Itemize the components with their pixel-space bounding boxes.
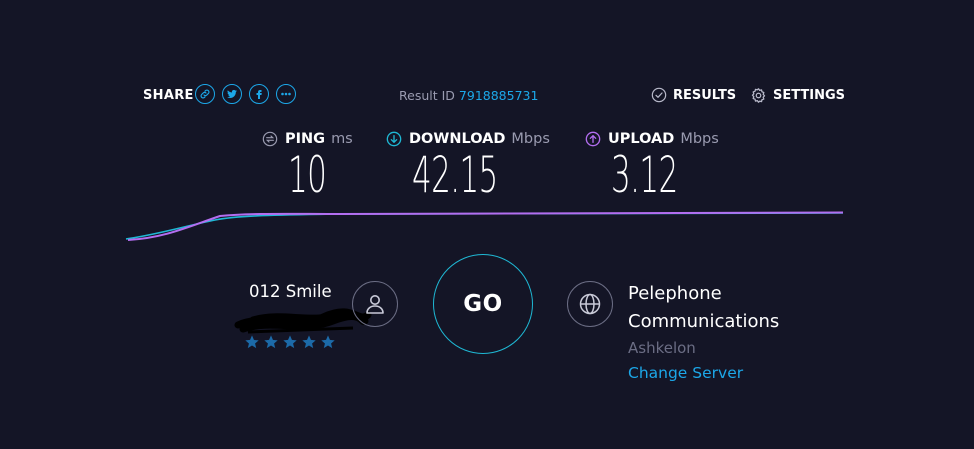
share-label: SHARE bbox=[143, 88, 194, 103]
provider-button[interactable] bbox=[352, 281, 398, 327]
ping-label: PING bbox=[285, 131, 326, 147]
go-button[interactable]: GO bbox=[433, 254, 533, 354]
share-link-button[interactable] bbox=[195, 84, 215, 104]
provider-name: 012 Smile bbox=[249, 282, 332, 301]
upload-icon bbox=[585, 131, 601, 147]
download-unit: Mbps bbox=[511, 131, 550, 147]
star-icon bbox=[283, 335, 297, 349]
server-name-line1: Pelephone bbox=[628, 283, 722, 304]
download-value: 42.15 bbox=[412, 146, 498, 204]
settings-label: SETTINGS bbox=[773, 88, 846, 103]
share-facebook-button[interactable] bbox=[249, 84, 269, 104]
facebook-icon bbox=[256, 90, 262, 99]
results-link[interactable]: RESULTS bbox=[651, 87, 736, 103]
globe-icon bbox=[579, 293, 601, 315]
result-id-label: Result ID bbox=[399, 88, 455, 103]
server-button[interactable] bbox=[567, 281, 613, 327]
share-more-button[interactable] bbox=[276, 84, 296, 104]
settings-link[interactable]: SETTINGS bbox=[750, 87, 845, 104]
download-speed-line bbox=[125, 212, 844, 240]
server-name-line2: Communications bbox=[628, 311, 780, 332]
check-circle-icon bbox=[651, 87, 667, 103]
download-icon bbox=[386, 131, 402, 147]
twitter-icon bbox=[227, 89, 237, 98]
upload-label: UPLOAD bbox=[608, 131, 675, 147]
server-location: Ashkelon bbox=[628, 339, 696, 357]
results-label: RESULTS bbox=[673, 87, 737, 103]
share-buttons bbox=[195, 84, 296, 104]
ping-unit: ms bbox=[331, 131, 353, 147]
user-icon bbox=[366, 295, 384, 314]
star-icon bbox=[302, 335, 316, 349]
star-icon bbox=[245, 335, 259, 349]
download-label: DOWNLOAD bbox=[409, 131, 506, 147]
ping-header: PING ms bbox=[262, 131, 353, 147]
ping-value: 10 bbox=[288, 146, 327, 204]
more-icon bbox=[281, 92, 291, 96]
upload-header: UPLOAD Mbps bbox=[585, 131, 719, 147]
download-header: DOWNLOAD Mbps bbox=[386, 131, 550, 147]
star-icon bbox=[264, 335, 278, 349]
result-id: Result ID 7918885731 bbox=[399, 88, 538, 103]
ping-icon bbox=[262, 131, 278, 147]
gear-icon bbox=[751, 88, 766, 103]
upload-value: 3.12 bbox=[611, 146, 678, 204]
provider-rating[interactable] bbox=[244, 334, 336, 350]
link-icon bbox=[200, 89, 210, 99]
server-name: Pelephone Communications bbox=[628, 280, 848, 336]
star-icon bbox=[321, 335, 335, 349]
speed-graph bbox=[125, 211, 844, 241]
change-server-link[interactable]: Change Server bbox=[628, 364, 743, 382]
upload-unit: Mbps bbox=[680, 131, 719, 147]
result-id-value[interactable]: 7918885731 bbox=[459, 88, 539, 103]
share-twitter-button[interactable] bbox=[222, 84, 242, 104]
